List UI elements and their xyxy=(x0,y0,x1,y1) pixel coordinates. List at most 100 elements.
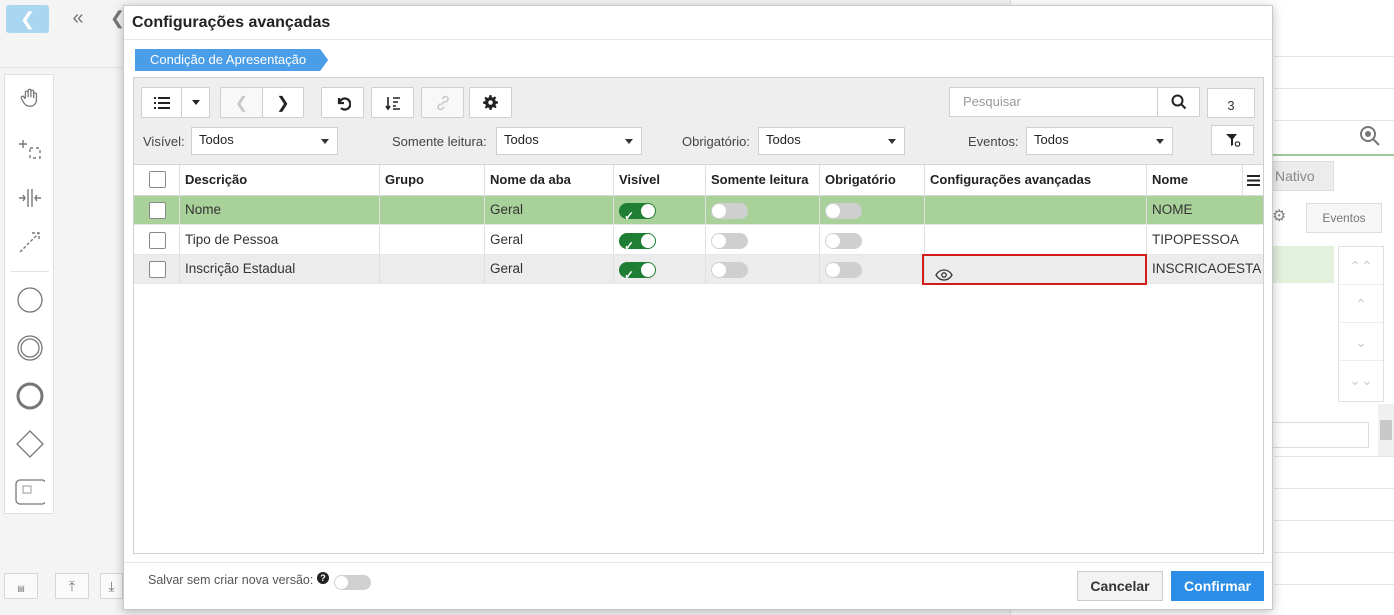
gateway-icon[interactable] xyxy=(15,429,45,459)
tab-nativo[interactable]: Nativo xyxy=(1272,161,1334,191)
view-dropdown-button[interactable] xyxy=(181,87,210,118)
download-icon[interactable]: ⤓ xyxy=(100,573,123,599)
space-tool-icon[interactable] xyxy=(15,183,45,213)
zoom-search-icon[interactable] xyxy=(1358,124,1382,154)
filter-obrigatorio-select[interactable]: Todos xyxy=(758,127,905,155)
lasso-tool-icon[interactable] xyxy=(15,133,45,163)
table-row[interactable]: Tipo de Pessoa Geral ✓ TIPOPESSOA xyxy=(134,226,1263,255)
move-bottom-icon[interactable]: ⌄⌄ xyxy=(1339,361,1383,399)
row-checkbox[interactable] xyxy=(149,232,166,249)
tool-palette xyxy=(4,74,54,514)
cell-nome: NOME xyxy=(1146,196,1264,224)
background-input[interactable] xyxy=(1272,422,1369,448)
confirm-button[interactable]: Confirmar xyxy=(1171,571,1264,601)
cell-grupo xyxy=(379,196,484,224)
column-configuracoes-avancadas[interactable]: Configurações avançadas xyxy=(924,165,1146,195)
breadcrumb: Condição de Apresentação xyxy=(135,49,328,71)
cell-aba: Geral xyxy=(484,196,613,224)
search-input[interactable]: Pesquisar xyxy=(949,87,1158,117)
table-row[interactable]: Nome Geral ✓ NOME xyxy=(134,196,1263,225)
move-top-icon[interactable]: ⌃⌃ xyxy=(1339,247,1383,285)
somente-leitura-toggle[interactable] xyxy=(711,262,748,278)
task-icon[interactable] xyxy=(15,477,45,507)
breadcrumb-item[interactable]: Condição de Apresentação xyxy=(135,49,328,71)
sort-icon[interactable] xyxy=(371,87,414,118)
column-somente-leitura[interactable]: Somente leitura xyxy=(705,165,819,195)
column-menu-icon[interactable] xyxy=(1242,165,1263,195)
clear-filter-icon[interactable] xyxy=(1211,125,1254,155)
column-descricao[interactable]: Descrição xyxy=(179,165,379,195)
next-button[interactable]: ❯ xyxy=(262,87,304,118)
gear-icon[interactable] xyxy=(469,87,512,118)
column-obrigatorio[interactable]: Obrigatório xyxy=(819,165,924,195)
cell-visivel: ✓ xyxy=(613,255,705,283)
xml-icon[interactable]: ▤ xyxy=(4,573,38,599)
row-checkbox[interactable] xyxy=(149,261,166,278)
tab-underline xyxy=(1272,154,1394,156)
selected-list-item xyxy=(1272,246,1334,283)
save-without-version-label: Salvar sem criar nova versão: xyxy=(148,573,314,587)
filter-somente-leitura-select[interactable]: Todos xyxy=(496,127,642,155)
move-up-icon[interactable]: ⌃ xyxy=(1339,285,1383,323)
visivel-toggle[interactable]: ✓ xyxy=(619,203,656,223)
search-icon[interactable] xyxy=(1157,87,1200,117)
double-chevron-left-icon[interactable]: « xyxy=(64,5,92,33)
unlink-icon[interactable] xyxy=(421,87,464,118)
cancel-button[interactable]: Cancelar xyxy=(1077,571,1163,601)
cell-nome: INSCRICAOESTA xyxy=(1146,255,1264,283)
filter-label-somente-leitura: Somente leitura: xyxy=(392,134,487,149)
obrigatorio-toggle[interactable] xyxy=(825,203,862,219)
grid-panel: ❮ ❯ Pesquisar 3 Visível: Todos Somente l… xyxy=(133,77,1264,554)
filter-label-visivel: Visível: xyxy=(143,134,185,149)
modal-title: Configurações avançadas xyxy=(132,14,331,31)
filter-label-obrigatorio: Obrigatório: xyxy=(682,134,750,149)
back-button[interactable]: ❮ xyxy=(6,5,49,33)
undo-icon[interactable] xyxy=(321,87,364,118)
filter-visivel-select[interactable]: Todos xyxy=(191,127,338,155)
intermediate-event-icon[interactable] xyxy=(15,333,45,363)
visivel-toggle[interactable]: ✓ xyxy=(619,233,656,253)
previous-button[interactable]: ❮ xyxy=(220,87,263,118)
cell-somente-leitura xyxy=(705,226,819,254)
move-down-icon[interactable]: ⌄ xyxy=(1339,323,1383,361)
cell-obrigatorio xyxy=(819,226,924,254)
somente-leitura-toggle[interactable] xyxy=(711,233,748,249)
table-header: Descrição Grupo Nome da aba Visível Some… xyxy=(134,165,1263,196)
toolbar: ❮ ❯ Pesquisar 3 Visível: Todos Somente l… xyxy=(134,78,1263,165)
cell-obrigatorio xyxy=(819,196,924,224)
somente-leitura-toggle[interactable] xyxy=(711,203,748,219)
advanced-settings-modal: Configurações avançadas Condição de Apre… xyxy=(123,5,1273,610)
connect-tool-icon[interactable] xyxy=(15,227,45,257)
obrigatorio-toggle[interactable] xyxy=(825,233,862,249)
scrollbar[interactable] xyxy=(1378,404,1394,456)
hand-tool-icon[interactable] xyxy=(15,83,45,113)
cell-aba: Geral xyxy=(484,255,613,283)
row-checkbox[interactable] xyxy=(149,202,166,219)
cell-grupo xyxy=(379,255,484,283)
cell-configuracoes[interactable] xyxy=(924,226,1146,254)
obrigatorio-toggle[interactable] xyxy=(825,262,862,278)
filter-label-eventos: Eventos: xyxy=(968,134,1019,149)
filter-eventos-select[interactable]: Todos xyxy=(1026,127,1173,155)
select-all-checkbox[interactable] xyxy=(149,171,166,188)
eventos-button[interactable]: Eventos xyxy=(1306,203,1382,233)
cell-configuracoes[interactable] xyxy=(924,196,1146,224)
cell-descricao: Nome xyxy=(179,196,379,224)
list-view-button[interactable] xyxy=(141,87,182,118)
column-grupo[interactable]: Grupo xyxy=(379,165,484,195)
end-event-icon[interactable] xyxy=(15,381,45,411)
save-without-version-toggle[interactable] xyxy=(334,575,371,590)
help-icon[interactable]: ? xyxy=(317,572,329,584)
visivel-toggle[interactable]: ✓ xyxy=(619,262,656,282)
column-visivel[interactable]: Visível xyxy=(613,165,705,195)
column-nome[interactable]: Nome xyxy=(1146,165,1242,195)
start-event-icon[interactable] xyxy=(15,285,45,315)
upload-icon[interactable]: ⤒ xyxy=(55,573,89,599)
highlight-annotation xyxy=(922,254,1147,285)
cell-descricao: Tipo de Pessoa xyxy=(179,226,379,254)
cell-somente-leitura xyxy=(705,255,819,283)
chevron-left-icon[interactable]: ❮ xyxy=(110,5,124,33)
reorder-buttons: ⌃⌃ ⌃ ⌄ ⌄⌄ xyxy=(1338,246,1384,402)
gear-icon[interactable]: ⚙ xyxy=(1272,203,1294,231)
column-nome-da-aba[interactable]: Nome da aba xyxy=(484,165,613,195)
